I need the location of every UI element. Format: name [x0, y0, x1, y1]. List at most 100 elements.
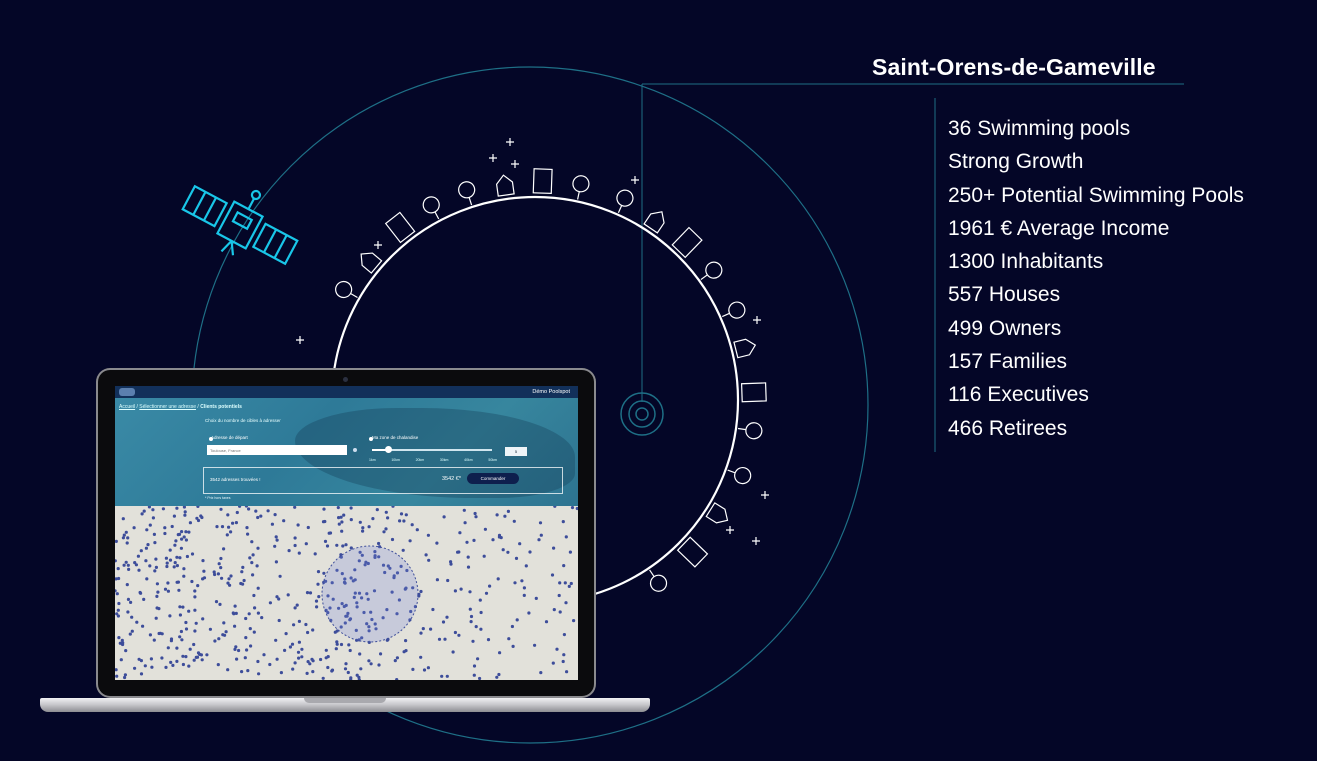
stat-retirees: 466 Retirees: [948, 416, 1068, 440]
house-icon: [705, 502, 729, 524]
start-address-input[interactable]: [207, 445, 347, 455]
address-marker: [136, 554, 140, 558]
address-marker: [181, 605, 185, 609]
breadcrumb-select-address[interactable]: Sélectionner une adresse: [139, 404, 196, 410]
address-marker: [503, 514, 507, 518]
address-marker: [358, 520, 362, 524]
order-button[interactable]: Commander: [467, 473, 519, 484]
address-marker: [243, 656, 247, 660]
address-marker: [227, 525, 231, 529]
house-icon: [705, 502, 729, 524]
address-marker: [148, 564, 152, 568]
address-marker: [479, 610, 483, 615]
address-marker: [268, 601, 272, 605]
address-marker: [275, 538, 279, 542]
address-marker: [182, 535, 186, 539]
address-marker: [227, 577, 231, 581]
tree-icon: [458, 181, 476, 199]
address-marker: [256, 546, 260, 550]
address-marker: [216, 663, 220, 667]
address-marker: [187, 530, 191, 534]
address-marker: [273, 513, 277, 517]
laptop-screen: Démo Poolspot Accueil / Sélectionner une…: [115, 386, 578, 680]
address-map[interactable]: [115, 506, 578, 680]
address-marker: [335, 543, 339, 547]
address-marker: [437, 637, 442, 641]
radius-slider-handle[interactable]: [385, 446, 392, 453]
address-marker: [164, 556, 168, 560]
address-marker: [256, 659, 260, 664]
address-marker: [184, 530, 188, 534]
address-marker: [283, 648, 287, 652]
address-marker: [367, 525, 371, 529]
app-logo[interactable]: [119, 388, 135, 396]
address-marker: [382, 530, 386, 534]
address-marker: [469, 620, 473, 624]
address-marker: [175, 659, 179, 663]
address-marker: [257, 672, 261, 676]
address-marker: [160, 656, 164, 660]
address-marker: [252, 630, 256, 634]
breadcrumb-home[interactable]: Accueil: [119, 404, 135, 410]
address-marker: [156, 590, 160, 594]
address-marker: [200, 515, 204, 520]
result-price: 3542 €*: [442, 476, 461, 482]
address-marker: [175, 646, 179, 650]
search-panel: Accueil / Sélectionner une adresse / Cli…: [115, 398, 578, 506]
address-marker: [146, 543, 150, 547]
address-marker: [180, 537, 184, 541]
radius-value-input[interactable]: 5: [505, 447, 527, 456]
app-brand[interactable]: Démo Poolspot: [532, 386, 570, 398]
address-marker: [187, 609, 191, 613]
sparkle-icon: [511, 160, 519, 168]
address-marker: [426, 533, 430, 537]
sparkle-icon: [374, 241, 382, 249]
address-marker: [305, 591, 310, 595]
address-marker: [184, 627, 189, 631]
stats-list: 36 Swimming pools Strong Growth 250+ Pot…: [948, 112, 1244, 445]
locate-icon[interactable]: [353, 448, 357, 452]
address-marker: [497, 672, 501, 677]
tree-icon: [572, 175, 590, 193]
address-marker: [544, 620, 549, 624]
address-marker: [208, 627, 212, 631]
address-marker: [336, 506, 340, 510]
address-marker: [126, 597, 130, 601]
address-marker: [201, 617, 205, 621]
address-marker: [148, 523, 152, 527]
building-icon: [532, 168, 553, 195]
address-marker: [510, 624, 514, 629]
address-marker: [247, 507, 251, 511]
tree-trunk: [617, 205, 623, 214]
address-marker: [115, 592, 119, 596]
address-marker: [468, 590, 472, 594]
address-marker: [219, 556, 223, 561]
address-marker: [358, 652, 362, 656]
address-marker: [478, 598, 482, 602]
tree-trunk: [649, 569, 655, 577]
address-marker: [377, 663, 381, 667]
address-marker: [453, 630, 457, 635]
address-marker: [234, 521, 238, 525]
address-marker: [260, 616, 264, 620]
house-icon: [495, 174, 515, 197]
address-marker: [246, 669, 250, 673]
address-marker: [399, 512, 404, 516]
address-marker: [154, 616, 158, 620]
address-marker: [248, 627, 252, 631]
address-marker: [465, 540, 469, 544]
address-marker: [458, 531, 462, 535]
address-marker: [297, 640, 301, 644]
address-marker: [151, 508, 155, 512]
address-marker: [121, 517, 125, 521]
address-marker: [142, 597, 146, 601]
address-marker: [359, 667, 363, 671]
tree-icon: [422, 196, 440, 214]
address-marker: [552, 608, 556, 612]
address-marker: [274, 560, 278, 564]
address-marker: [248, 556, 252, 560]
catchment-zone-label: Ma zone de chalandise: [372, 435, 419, 440]
address-marker: [262, 653, 266, 657]
address-marker: [441, 620, 446, 624]
address-marker: [154, 565, 158, 569]
